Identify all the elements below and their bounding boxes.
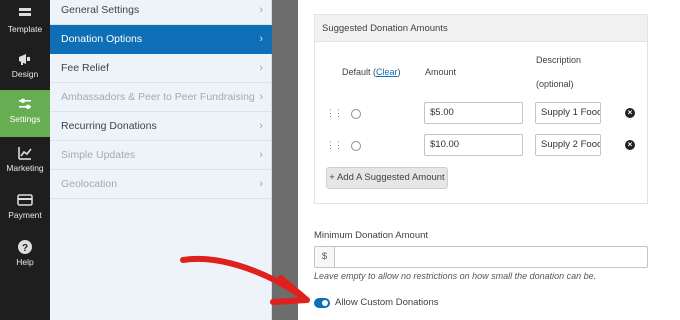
toggle-knob bbox=[322, 300, 328, 306]
chevron-right-icon: › bbox=[259, 33, 263, 45]
column-header-description-optional: (optional) bbox=[536, 79, 574, 89]
rail-label-payment: Payment bbox=[8, 210, 42, 220]
submenu-item-donation-options[interactable]: Donation Options › bbox=[50, 25, 272, 54]
description-input[interactable]: Supply 2 Food bbox=[535, 134, 601, 156]
submenu-item-label: Ambassadors & Peer to Peer Fundraising bbox=[61, 91, 255, 103]
allow-custom-donations-label: Allow Custom Donations bbox=[335, 297, 439, 308]
chevron-right-icon: › bbox=[259, 91, 263, 103]
default-radio[interactable] bbox=[351, 109, 361, 119]
suggested-amounts-card: Suggested Donation Amounts Default (Clea… bbox=[314, 14, 648, 204]
column-header-default-text: Default ( bbox=[342, 67, 377, 77]
amount-input[interactable]: $10.00 bbox=[424, 134, 523, 156]
chevron-right-icon: › bbox=[259, 120, 263, 132]
rail-item-template[interactable]: Template bbox=[0, 0, 50, 47]
card-title: Suggested Donation Amounts bbox=[315, 15, 647, 42]
editor-icon-rail: Template Design Settings Marketing Payme… bbox=[0, 0, 50, 320]
currency-prefix: $ bbox=[315, 247, 335, 267]
megaphone-icon bbox=[19, 54, 30, 65]
suggested-amount-row: ⋮⋮ $10.00 Supply 2 Food × bbox=[315, 134, 647, 158]
default-radio[interactable] bbox=[351, 141, 361, 151]
card-icon bbox=[17, 194, 33, 206]
submenu-item-ambassadors[interactable]: Ambassadors & Peer to Peer Fundraising › bbox=[50, 83, 272, 112]
sliders-icon bbox=[19, 98, 31, 109]
rail-label-design: Design bbox=[11, 69, 39, 79]
minimum-amount-help: Leave empty to allow no restrictions on … bbox=[314, 271, 597, 281]
chart-icon bbox=[18, 147, 32, 160]
submenu-item-general-settings[interactable]: General Settings › bbox=[50, 0, 272, 25]
rail-label-template: Template bbox=[7, 24, 43, 34]
help-icon: ? bbox=[18, 240, 32, 254]
rail-item-settings[interactable]: Settings bbox=[0, 90, 50, 137]
rail-item-help[interactable]: ? Help bbox=[0, 233, 50, 280]
clear-default-link[interactable]: Clear bbox=[376, 67, 398, 77]
drag-handle-icon[interactable]: ⋮⋮ bbox=[326, 108, 343, 119]
submenu-item-label: General Settings bbox=[61, 4, 140, 16]
submenu-item-label: Recurring Donations bbox=[61, 120, 157, 132]
submenu-item-label: Simple Updates bbox=[61, 149, 136, 161]
chevron-right-icon: › bbox=[259, 149, 263, 161]
column-header-description: Description bbox=[536, 55, 582, 65]
annotation-arrow-icon bbox=[180, 255, 310, 305]
column-header-default-close: ) bbox=[397, 67, 401, 77]
column-header-default: Default (Clear) bbox=[342, 67, 401, 77]
chevron-right-icon: › bbox=[259, 4, 263, 16]
submenu-item-simple-updates[interactable]: Simple Updates › bbox=[50, 141, 272, 170]
rail-item-design[interactable]: Design bbox=[0, 45, 50, 92]
description-input[interactable]: Supply 1 Food bbox=[535, 102, 601, 124]
remove-icon[interactable]: × bbox=[625, 108, 635, 118]
rail-item-marketing[interactable]: Marketing bbox=[0, 139, 50, 186]
donation-options-panel: Suggested Donation Amounts Default (Clea… bbox=[298, 0, 680, 320]
remove-icon[interactable]: × bbox=[625, 140, 635, 150]
drag-handle-icon[interactable]: ⋮⋮ bbox=[326, 140, 343, 151]
submenu-item-label: Fee Relief bbox=[61, 62, 109, 74]
add-suggested-amount-button[interactable]: + Add A Suggested Amount bbox=[326, 167, 448, 189]
submenu-item-recurring-donations[interactable]: Recurring Donations › bbox=[50, 112, 272, 141]
submenu-item-geolocation[interactable]: Geolocation › bbox=[50, 170, 272, 199]
minimum-amount-label: Minimum Donation Amount bbox=[314, 230, 429, 241]
rail-label-help: Help bbox=[16, 257, 34, 267]
chevron-right-icon: › bbox=[259, 62, 263, 74]
suggested-amount-row: ⋮⋮ $5.00 Supply 1 Food × bbox=[315, 102, 647, 126]
allow-custom-donations-toggle[interactable] bbox=[314, 298, 330, 308]
submenu-item-fee-relief[interactable]: Fee Relief › bbox=[50, 54, 272, 83]
minimum-amount-field[interactable]: $ bbox=[314, 246, 648, 268]
amount-input[interactable]: $5.00 bbox=[424, 102, 523, 124]
chevron-right-icon: › bbox=[259, 178, 263, 190]
rail-item-payment[interactable]: Payment bbox=[0, 186, 50, 233]
template-icon bbox=[19, 8, 31, 16]
rail-label-marketing: Marketing bbox=[6, 163, 44, 173]
rail-label-settings: Settings bbox=[9, 114, 41, 124]
submenu-item-label: Donation Options bbox=[61, 33, 143, 45]
svg-text:?: ? bbox=[22, 243, 28, 254]
column-header-amount: Amount bbox=[425, 67, 457, 77]
submenu-item-label: Geolocation bbox=[61, 178, 118, 190]
